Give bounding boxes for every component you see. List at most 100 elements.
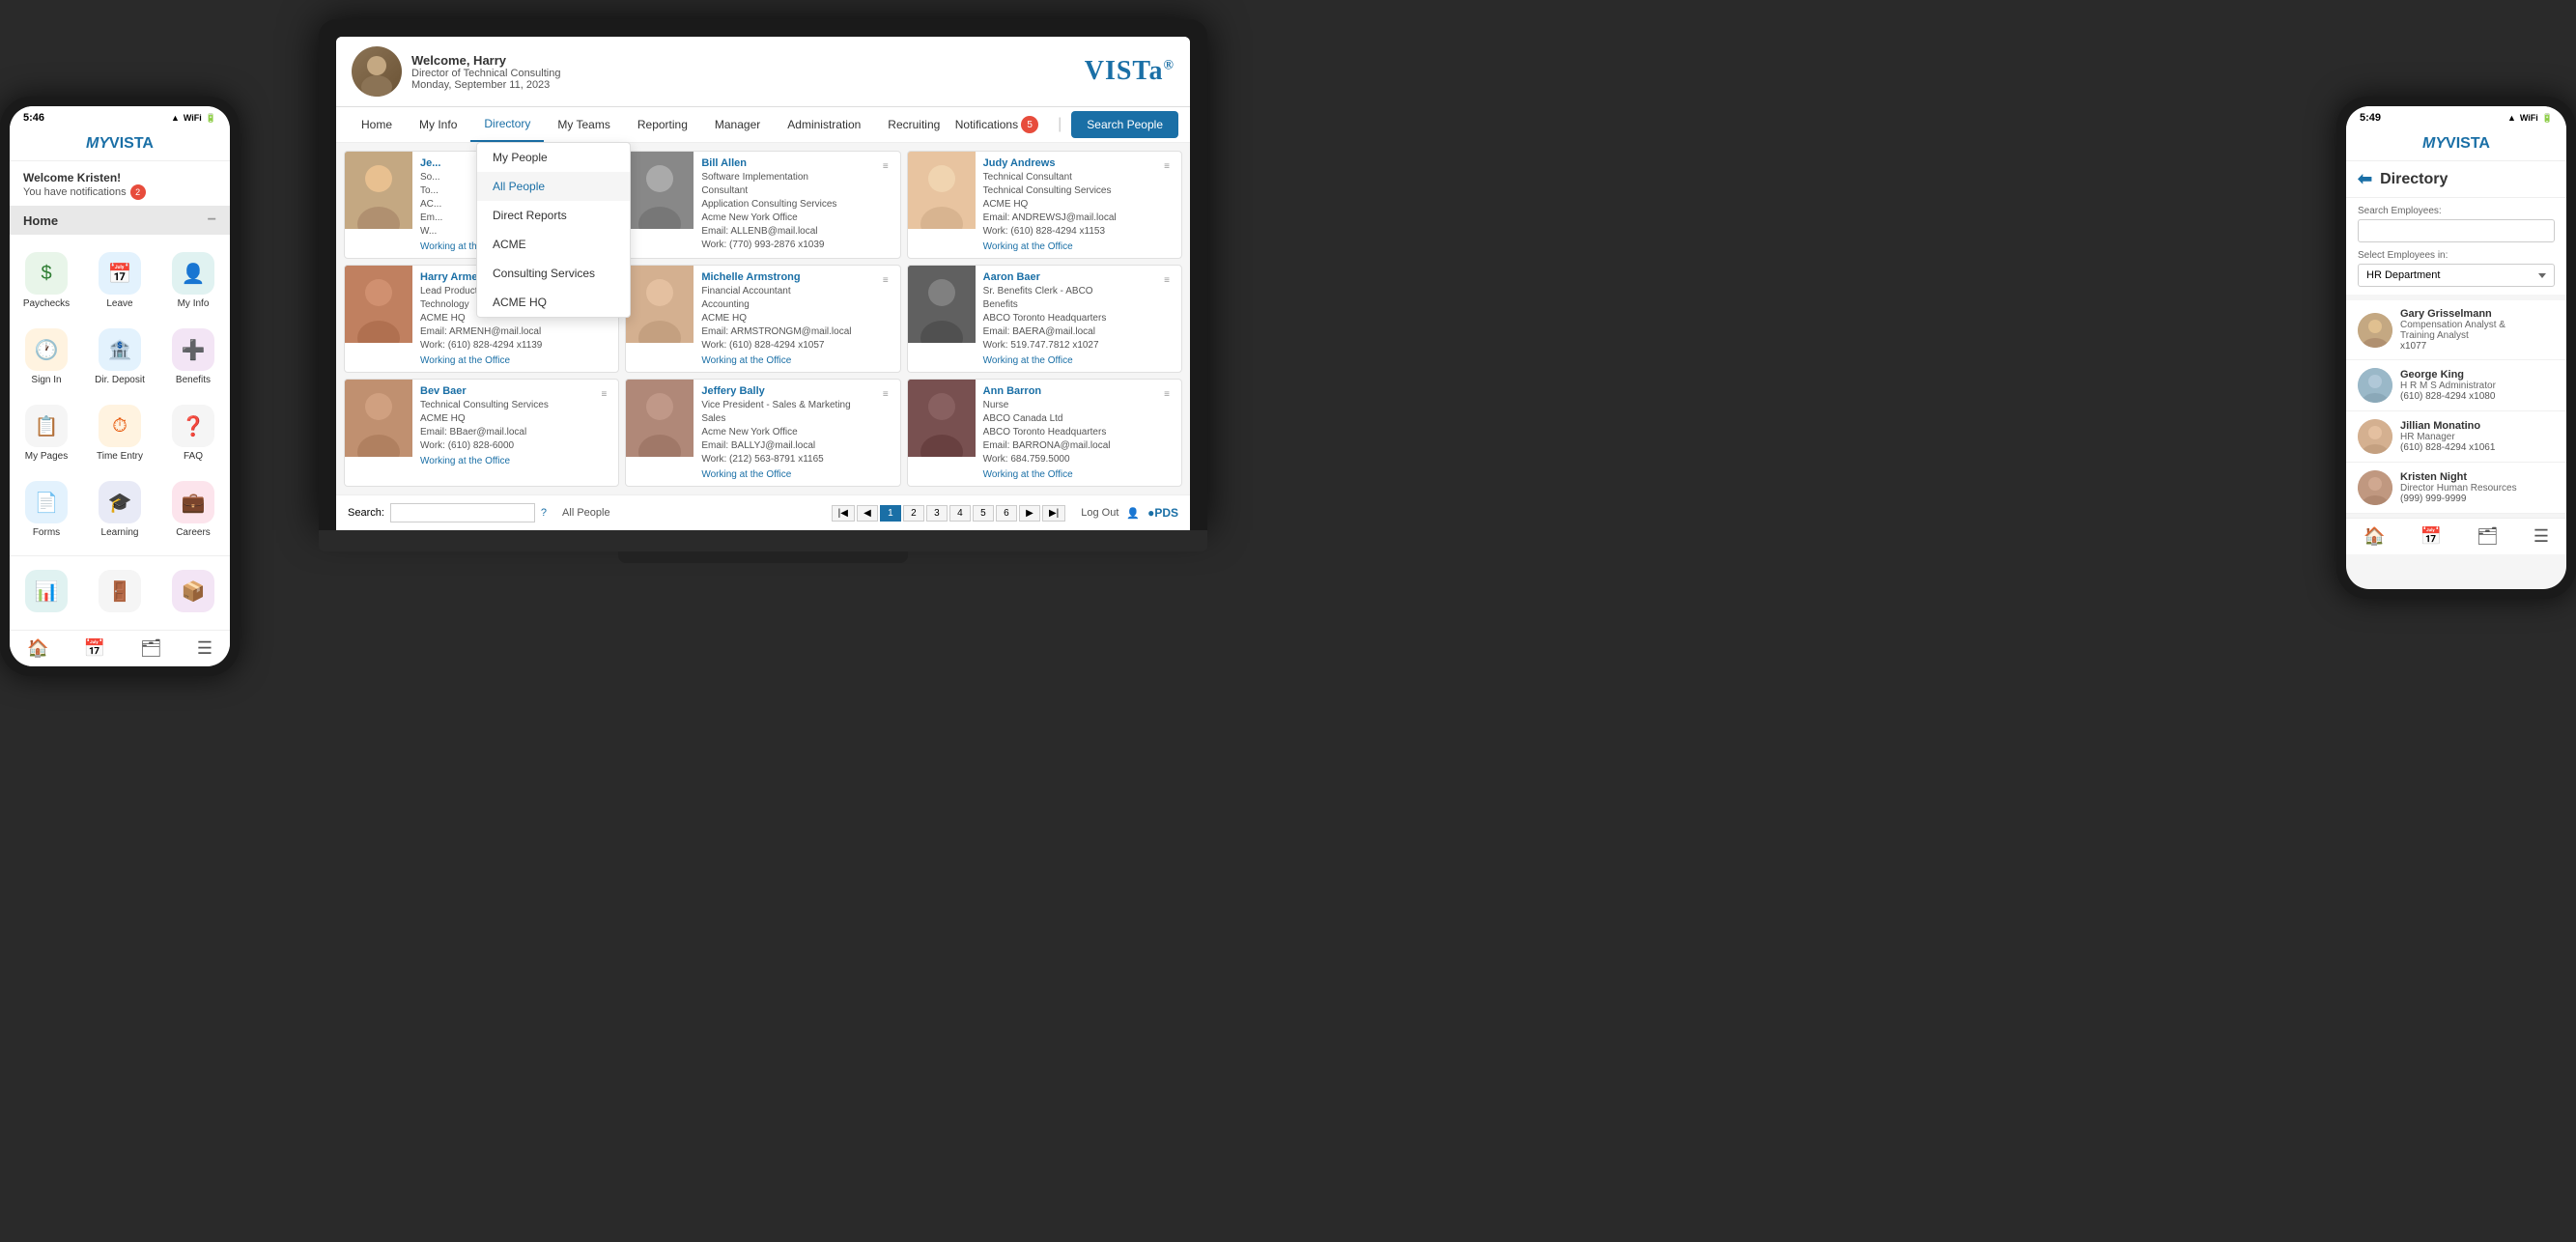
page-next[interactable]: ▶ <box>1019 505 1040 522</box>
left-nav-org[interactable]: 🗂 <box>140 638 162 659</box>
person-card-jeffery-bally[interactable]: Jeffery Bally Vice President - Sales & M… <box>625 379 900 487</box>
person-card-aaron-baer[interactable]: Aaron Baer Sr. Benefits Clerk - ABCOBene… <box>907 265 1182 373</box>
grid-item-report[interactable]: 📊 <box>10 560 83 626</box>
search-employees-input[interactable] <box>2358 219 2555 242</box>
person-svg-jeffery <box>626 380 694 457</box>
grid-item-my-pages[interactable]: 📋 My Pages <box>10 395 83 471</box>
person-detail-bill: Software ImplementationConsultantApplica… <box>701 171 836 252</box>
dir-role-jillian: HR Manager <box>2400 432 2555 442</box>
grid-item-door[interactable]: 🚪 <box>83 560 156 626</box>
dir-person-gary[interactable]: Gary Grisselmann Compensation Analyst &T… <box>2346 300 2566 360</box>
person-card-judy-andrews[interactable]: Judy Andrews Technical ConsultantTechnic… <box>907 151 1182 259</box>
right-nav-calendar[interactable]: 📅 <box>2420 526 2441 547</box>
person-card-michelle-armstrong[interactable]: Michelle Armstrong Financial AccountantA… <box>625 265 900 373</box>
page-3[interactable]: 3 <box>926 505 948 522</box>
left-nav-calendar[interactable]: 📅 <box>83 638 104 659</box>
page-4[interactable]: 4 <box>949 505 971 522</box>
dropdown-all-people[interactable]: All People <box>477 172 630 201</box>
grid-item-dir-deposit[interactable]: 🏦 Dir. Deposit <box>83 319 156 395</box>
page-1[interactable]: 1 <box>880 505 901 522</box>
grid-item-benefits[interactable]: ➕ Benefits <box>156 319 230 395</box>
logout-section: Log Out 👤 ●PDS <box>1081 506 1178 520</box>
right-nav-home[interactable]: 🏠 <box>2364 526 2385 547</box>
avatar-svg-kristen <box>2358 470 2392 505</box>
nav-home[interactable]: Home <box>348 108 406 141</box>
right-nav-menu[interactable]: ☰ <box>2534 526 2549 547</box>
back-button[interactable]: ⬅ <box>2358 169 2372 189</box>
grid-item-leave[interactable]: 📅 Leave <box>83 242 156 319</box>
my-info-label: My Info <box>178 298 210 309</box>
left-minimize[interactable]: − <box>208 212 216 229</box>
nav-directory[interactable]: Directory <box>470 107 544 142</box>
avatar-svg-george <box>2358 368 2392 403</box>
page-last[interactable]: ▶| <box>1042 505 1065 522</box>
notifications-label: Notifications <box>955 118 1018 131</box>
left-status-right: ▲ WiFi 🔋 <box>171 113 216 124</box>
page-2[interactable]: 2 <box>903 505 924 522</box>
left-nav-menu[interactable]: ☰ <box>197 638 212 659</box>
page-first[interactable]: |◀ <box>832 505 855 522</box>
nav-recruiting[interactable]: Recruiting <box>874 108 953 141</box>
person-info-aaron: Aaron Baer Sr. Benefits Clerk - ABCOBene… <box>976 266 1181 372</box>
paychecks-icon: $ <box>25 252 68 295</box>
vista-header: Welcome, Harry Director of Technical Con… <box>336 37 1190 107</box>
grid-item-paychecks[interactable]: $ Paychecks <box>10 242 83 319</box>
left-phone-frame: 5:46 ▲ WiFi 🔋 MYVISTA Welcome Kristen! Y… <box>0 97 240 676</box>
dir-person-kristen[interactable]: Kristen Night Director Human Resources (… <box>2346 463 2566 514</box>
dir-person-jillian[interactable]: Jillian Monatino HR Manager (610) 828-42… <box>2346 411 2566 463</box>
left-phone-grid: $ Paychecks 📅 Leave 👤 My Info 🕐 Sign In <box>10 235 230 555</box>
person-name-michelle: Michelle Armstrong <box>701 271 851 283</box>
nav-manager[interactable]: Manager <box>701 108 774 141</box>
right-phone: 5:49 ▲ WiFi 🔋 MYVISTA ⬅ Directory Se <box>2336 97 2576 599</box>
right-nav-org[interactable]: 🗂 <box>2477 526 2499 547</box>
page-6[interactable]: 6 <box>996 505 1017 522</box>
left-nav-home[interactable]: 🏠 <box>27 638 48 659</box>
dir-person-george[interactable]: George King H R M S Administrator (610) … <box>2346 360 2566 411</box>
person-name-aaron: Aaron Baer <box>983 271 1107 283</box>
footer-filter-label: All People <box>562 507 610 519</box>
dropdown-acme[interactable]: ACME <box>477 230 630 259</box>
avatar-svg-jillian <box>2358 419 2392 454</box>
logout-button[interactable]: Log Out <box>1081 507 1118 519</box>
right-phone-screen: 5:49 ▲ WiFi 🔋 MYVISTA ⬅ Directory Se <box>2346 106 2566 589</box>
page-5[interactable]: 5 <box>973 505 994 522</box>
person-card-ann-barron[interactable]: Ann Barron NurseABCO Canada LtdABCO Toro… <box>907 379 1182 487</box>
my-pages-label: My Pages <box>25 451 68 462</box>
grid-item-learning[interactable]: 🎓 Learning <box>83 471 156 548</box>
dropdown-direct-reports[interactable]: Direct Reports <box>477 201 630 230</box>
dropdown-consulting-services[interactable]: Consulting Services <box>477 259 630 288</box>
person-info-michelle: Michelle Armstrong Financial AccountantA… <box>694 266 899 372</box>
right-status-right: ▲ WiFi 🔋 <box>2507 113 2553 124</box>
search-people-button[interactable]: Search People <box>1071 111 1178 138</box>
nav-reporting[interactable]: Reporting <box>624 108 701 141</box>
person-name-bev: Bev Baer <box>420 385 549 397</box>
department-select[interactable]: HR Department <box>2358 264 2555 287</box>
page-prev[interactable]: ◀ <box>857 505 878 522</box>
person-photo-judy <box>908 152 976 229</box>
grid-item-my-info[interactable]: 👤 My Info <box>156 242 230 319</box>
nav-administration[interactable]: Administration <box>774 108 874 141</box>
grid-item-sign-in[interactable]: 🕐 Sign In <box>10 319 83 395</box>
grid-item-faq[interactable]: ❓ FAQ <box>156 395 230 471</box>
directory-person-list: Gary Grisselmann Compensation Analyst &T… <box>2346 300 2566 514</box>
nav-my-teams[interactable]: My Teams <box>544 108 623 141</box>
careers-icon: 💼 <box>172 481 214 523</box>
person-detail-jeffery: Vice President - Sales & MarketingSalesA… <box>701 399 850 466</box>
dropdown-my-people[interactable]: My People <box>477 143 630 172</box>
nav-my-info[interactable]: My Info <box>406 108 470 141</box>
person-card-bev-baer[interactable]: Bev Baer Technical Consulting ServicesAC… <box>344 379 619 487</box>
person-svg-aaron <box>908 266 976 343</box>
grid-item-purple-box[interactable]: 📦 <box>156 560 230 626</box>
person-photo-je <box>345 152 412 229</box>
left-notif-bar: You have notifications 2 <box>23 184 216 200</box>
left-bottom-nav: 🏠 📅 🗂 ☰ <box>10 630 230 666</box>
person-card-bill-allen[interactable]: Bill Allen Software ImplementationConsul… <box>625 151 900 259</box>
search-input[interactable] <box>390 503 535 522</box>
grid-item-time-entry[interactable]: ⏱ Time Entry <box>83 395 156 471</box>
notifications[interactable]: Notifications 5 <box>955 116 1038 133</box>
grid-item-careers[interactable]: 💼 Careers <box>156 471 230 548</box>
grid-item-forms[interactable]: 📄 Forms <box>10 471 83 548</box>
left-phone-grid-2: 📊 🚪 📦 <box>10 555 230 630</box>
dropdown-acme-hq[interactable]: ACME HQ <box>477 288 630 317</box>
user-date: Monday, September 11, 2023 <box>411 79 1085 91</box>
